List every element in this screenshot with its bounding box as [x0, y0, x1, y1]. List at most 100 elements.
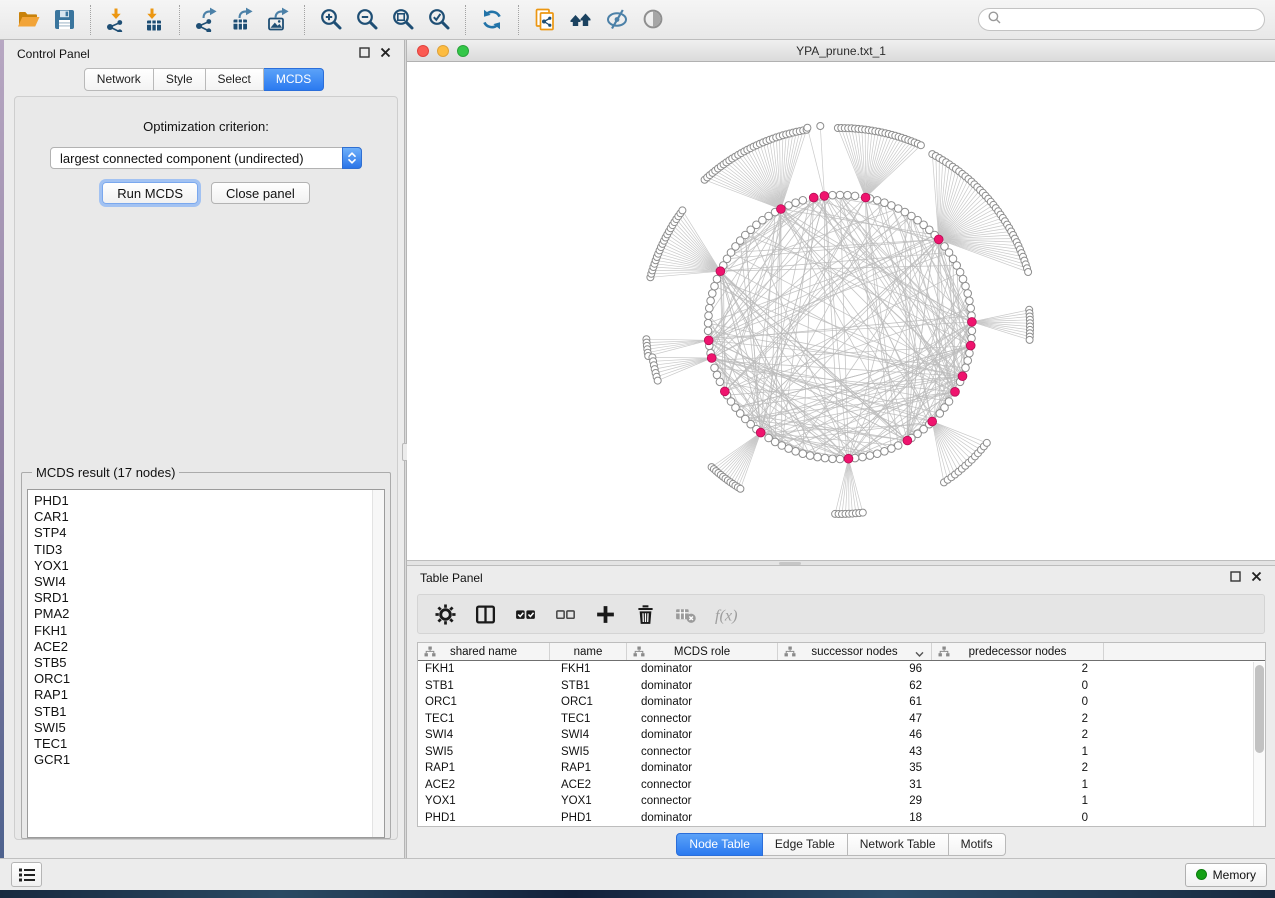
cell-shared-name: SWI4: [418, 729, 550, 741]
export-network-icon[interactable]: [188, 5, 224, 35]
network-view-window: YPA_prune.txt_1: [407, 40, 1275, 560]
column-visibility-icon[interactable]: [473, 602, 498, 627]
cell-shared-name: ORC1: [418, 696, 550, 708]
column-type-icon: [633, 646, 645, 660]
cell-MCDS-role: connector: [627, 713, 778, 725]
mcds-result-item[interactable]: STB1: [34, 704, 384, 720]
memory-button[interactable]: Memory: [1185, 863, 1267, 887]
mcds-result-item[interactable]: RAP1: [34, 687, 384, 703]
table-tab-edge-table[interactable]: Edge Table: [763, 833, 848, 856]
open-session-icon[interactable]: [10, 5, 46, 35]
cell-predecessor-nodes: 2: [932, 713, 1104, 725]
table-row[interactable]: FKH1FKH1dominator962: [418, 661, 1265, 678]
close-table-panel-icon[interactable]: [1251, 571, 1262, 585]
column-header-name[interactable]: name: [550, 643, 627, 660]
window-close-button[interactable]: [417, 45, 429, 57]
mcds-result-item[interactable]: STB5: [34, 655, 384, 671]
run-mcds-button[interactable]: Run MCDS: [102, 182, 198, 204]
float-panel-icon[interactable]: [359, 47, 370, 61]
cell-successor-nodes: 29: [778, 795, 932, 807]
column-header-successor-nodes[interactable]: successor nodes: [778, 643, 932, 660]
search-input[interactable]: [1007, 13, 1255, 27]
float-table-panel-icon[interactable]: [1230, 571, 1241, 585]
table-row[interactable]: STB1STB1dominator620: [418, 678, 1265, 695]
column-header-MCDS-role[interactable]: MCDS role: [627, 643, 778, 660]
column-type-icon: [424, 646, 436, 660]
table-tab-network-table[interactable]: Network Table: [848, 833, 949, 856]
window-minimize-button[interactable]: [437, 45, 449, 57]
zoom-out-icon[interactable]: [349, 5, 385, 35]
mcds-result-item[interactable]: ACE2: [34, 639, 384, 655]
close-panel-button[interactable]: Close panel: [211, 182, 310, 204]
cell-MCDS-role: dominator: [627, 663, 778, 675]
table-row[interactable]: YOX1YOX1connector291: [418, 793, 1265, 810]
mcds-result-item[interactable]: SWI5: [34, 720, 384, 736]
table-scrollbar[interactable]: [1253, 662, 1265, 826]
mcds-result-item[interactable]: PMA2: [34, 606, 384, 622]
show-all-icon[interactable]: [635, 5, 671, 35]
tab-mcds[interactable]: MCDS: [264, 68, 324, 91]
cell-shared-name: ACE2: [418, 779, 550, 791]
deselect-all-icon[interactable]: [553, 602, 578, 627]
new-network-from-selection-icon[interactable]: [527, 5, 563, 35]
table-tab-node-table[interactable]: Node Table: [676, 833, 763, 856]
task-history-button[interactable]: [11, 862, 42, 887]
mcds-result-item[interactable]: GCR1: [34, 752, 384, 768]
hide-selected-icon[interactable]: [599, 5, 635, 35]
mcds-result-item[interactable]: SWI4: [34, 574, 384, 590]
export-table-icon[interactable]: [224, 5, 260, 35]
mcds-result-item[interactable]: FKH1: [34, 623, 384, 639]
mcds-result-item[interactable]: YOX1: [34, 558, 384, 574]
mcds-result-item[interactable]: SRD1: [34, 590, 384, 606]
first-neighbors-icon[interactable]: [563, 5, 599, 35]
sort-chevron-icon[interactable]: [915, 649, 924, 661]
refresh-layout-icon[interactable]: [474, 5, 510, 35]
table-scrollbar-thumb[interactable]: [1255, 665, 1264, 753]
network-canvas[interactable]: [407, 62, 1275, 560]
table-tab-motifs[interactable]: Motifs: [949, 833, 1006, 856]
cell-name: RAP1: [550, 762, 627, 774]
mcds-result-item[interactable]: ORC1: [34, 671, 384, 687]
table-row[interactable]: SWI5SWI5connector431: [418, 744, 1265, 761]
close-panel-icon[interactable]: [380, 47, 391, 61]
network-window-titlebar[interactable]: YPA_prune.txt_1: [407, 40, 1275, 62]
mcds-result-list[interactable]: PHD1CAR1STP4TID3YOX1SWI4SRD1PMA2FKH1ACE2…: [27, 489, 385, 838]
horizontal-splitter-grip[interactable]: [779, 562, 801, 565]
mcds-result-item[interactable]: STP4: [34, 525, 384, 541]
cell-predecessor-nodes: 0: [932, 680, 1104, 692]
search-box[interactable]: [978, 8, 1265, 31]
delete-row-icon[interactable]: [633, 602, 658, 627]
window-zoom-button[interactable]: [457, 45, 469, 57]
column-header-predecessor-nodes[interactable]: predecessor nodes: [932, 643, 1104, 660]
table-row[interactable]: PHD1PHD1dominator180: [418, 810, 1265, 827]
tab-select[interactable]: Select: [206, 68, 264, 91]
cell-successor-nodes: 47: [778, 713, 932, 725]
import-table-icon[interactable]: [135, 5, 171, 35]
mcds-result-item[interactable]: PHD1: [34, 493, 384, 509]
mcds-list-scrollbar[interactable]: [372, 490, 384, 837]
zoom-fit-icon[interactable]: [385, 5, 421, 35]
zoom-in-icon[interactable]: [313, 5, 349, 35]
optimization-criterion-dropdown[interactable]: largest connected component (undirected): [50, 147, 362, 169]
select-all-icon[interactable]: [513, 602, 538, 627]
table-row[interactable]: ORC1ORC1dominator610: [418, 694, 1265, 711]
status-bar: Memory: [0, 858, 1275, 890]
mcds-result-item[interactable]: CAR1: [34, 509, 384, 525]
save-session-icon[interactable]: [46, 5, 82, 35]
export-image-icon[interactable]: [260, 5, 296, 35]
table-row[interactable]: ACE2ACE2connector311: [418, 777, 1265, 794]
table-row[interactable]: TEC1TEC1connector472: [418, 711, 1265, 728]
table-row[interactable]: RAP1RAP1dominator352: [418, 760, 1265, 777]
network-graph[interactable]: [407, 62, 1275, 560]
mcds-result-item[interactable]: TEC1: [34, 736, 384, 752]
add-row-icon[interactable]: [593, 602, 618, 627]
table-row[interactable]: SWI4SWI4dominator462: [418, 727, 1265, 744]
cell-name: SWI5: [550, 746, 627, 758]
mcds-result-item[interactable]: TID3: [34, 542, 384, 558]
settings-gear-icon[interactable]: [433, 602, 458, 627]
import-network-icon[interactable]: [99, 5, 135, 35]
tab-style[interactable]: Style: [154, 68, 206, 91]
tab-network[interactable]: Network: [84, 68, 154, 91]
zoom-selected-icon[interactable]: [421, 5, 457, 35]
column-header-shared-name[interactable]: shared name: [418, 643, 550, 660]
